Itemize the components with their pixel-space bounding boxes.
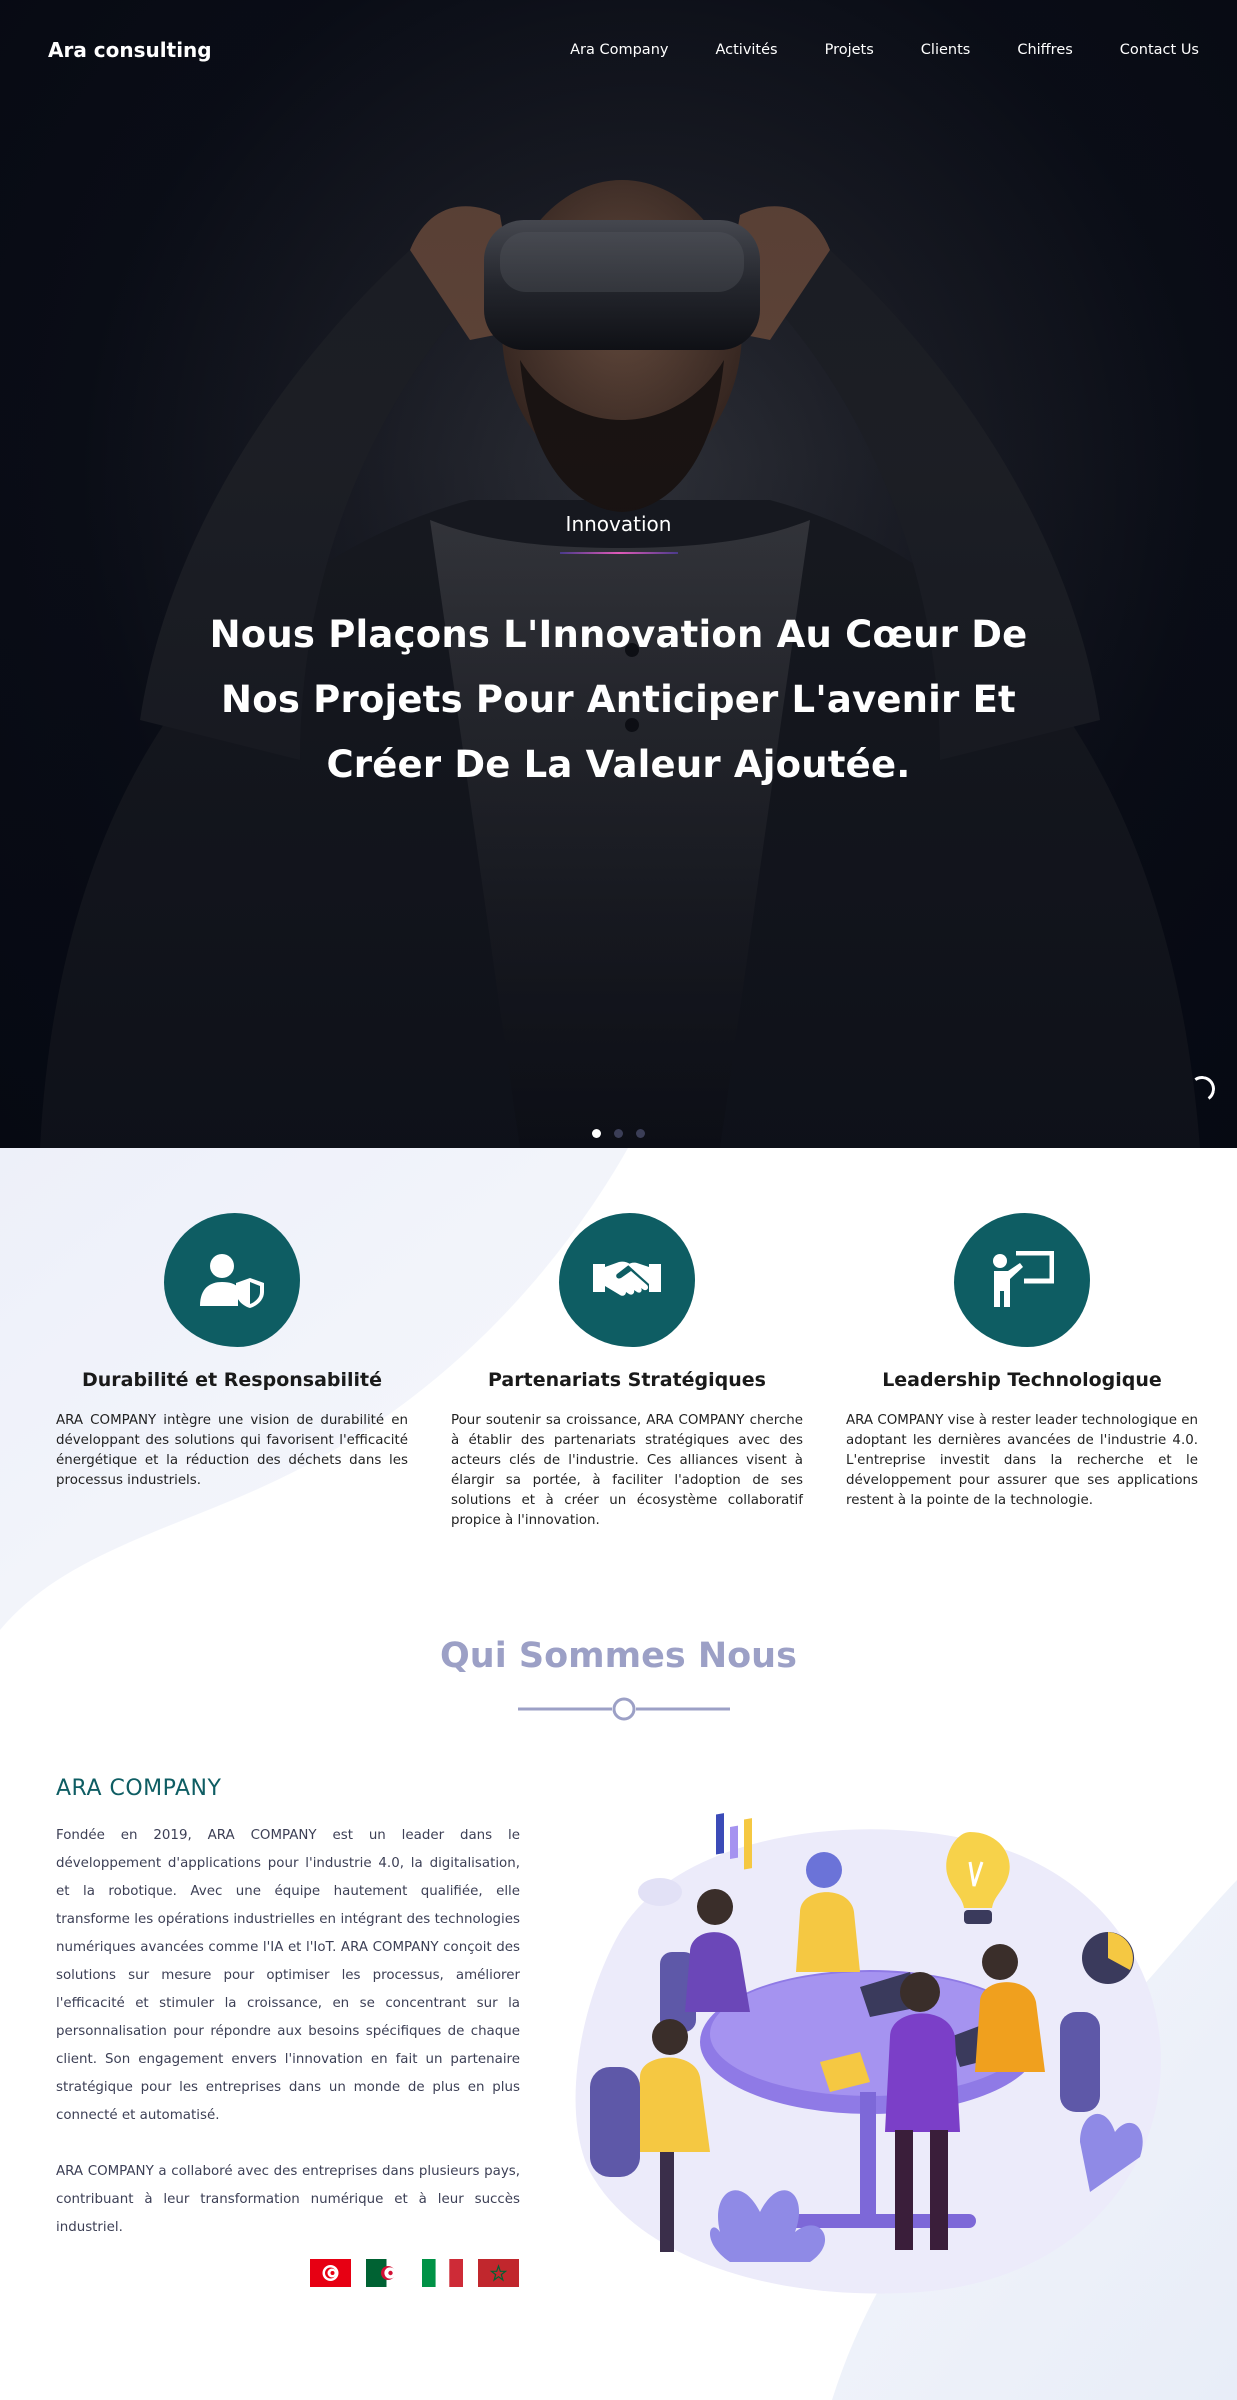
morocco-flag-icon [478,2259,519,2287]
nav-link-contact-us[interactable]: Contact Us [1120,42,1199,58]
feature-title: Durabilité et Responsabilité [81,1369,383,1391]
section-divider [518,1697,730,1721]
navbar: Ara consulting Ara Company Activités Pro… [0,0,1237,100]
brand-logo[interactable]: Ara consulting [48,38,212,62]
hero-slider: Ara consulting Ara Company Activités Pro… [0,0,1237,1148]
italy-flag-icon [422,2259,463,2287]
hero-title: Nous Plaçons L'Innovation Au Cœur De Nos… [209,613,1028,786]
about-text: Fondée en 2019, ARA COMPANY est un leade… [56,1822,520,2242]
user-shield-icon [200,1254,264,1308]
hero-caption: Innovation Nous Plaçons L'Innovation Au … [0,512,1237,797]
nav-link-ara-company[interactable]: Ara Company [570,42,668,58]
nav-link-activites[interactable]: Activités [715,42,777,58]
feature-text: ARA COMPANY vise à rester leader technol… [846,1413,1198,1508]
hero-kicker: Innovation [565,512,672,536]
presenter-icon [993,1251,1054,1307]
feature-badge [164,1213,300,1347]
feature-card: Leadership Technologique ARA COMPANY vis… [846,1213,1198,1511]
country-flags [310,2259,519,2287]
feature-text: Pour soutenir sa croissance, ARA COMPANY… [451,1413,803,1528]
about-paragraph: Fondée en 2019, ARA COMPANY est un leade… [56,1828,520,2123]
feature-card: Partenariats Stratégiques Pour soutenir … [451,1213,803,1531]
nav-link-clients[interactable]: Clients [921,42,971,58]
slider-dot-3[interactable] [636,1129,646,1138]
features-section: Durabilité et Responsabilité ARA COMPANY… [0,1148,1237,1568]
hero-kicker-underline [559,552,678,554]
feature-badge [954,1213,1090,1347]
main-nav: Ara Company Activités Projets Clients Ch… [523,42,1199,58]
slider-dot-1[interactable] [591,1129,601,1138]
feature-badge [559,1213,695,1347]
company-name: ARA COMPANY [56,1776,222,1801]
about-paragraph: ARA COMPANY a collaboré avec des entrepr… [56,2164,520,2235]
section-title: Qui Sommes Nous [440,1636,797,1676]
feature-title: Partenariats Stratégiques [488,1369,766,1391]
tunisia-flag-icon [310,2259,351,2287]
feature-title: Leadership Technologique [882,1369,1162,1391]
nav-link-chiffres[interactable]: Chiffres [1017,42,1072,58]
nav-link-projets[interactable]: Projets [825,42,874,58]
slider-pagination [0,1123,1237,1142]
feature-text: ARA COMPANY intègre une vision de durabi… [56,1413,408,1488]
team-meeting-illustration [575,1813,1161,2294]
algeria-flag-icon [366,2259,407,2287]
feature-card: Durabilité et Responsabilité ARA COMPANY… [56,1213,408,1491]
slider-dot-2[interactable] [614,1129,623,1138]
handshake-icon [593,1261,661,1296]
